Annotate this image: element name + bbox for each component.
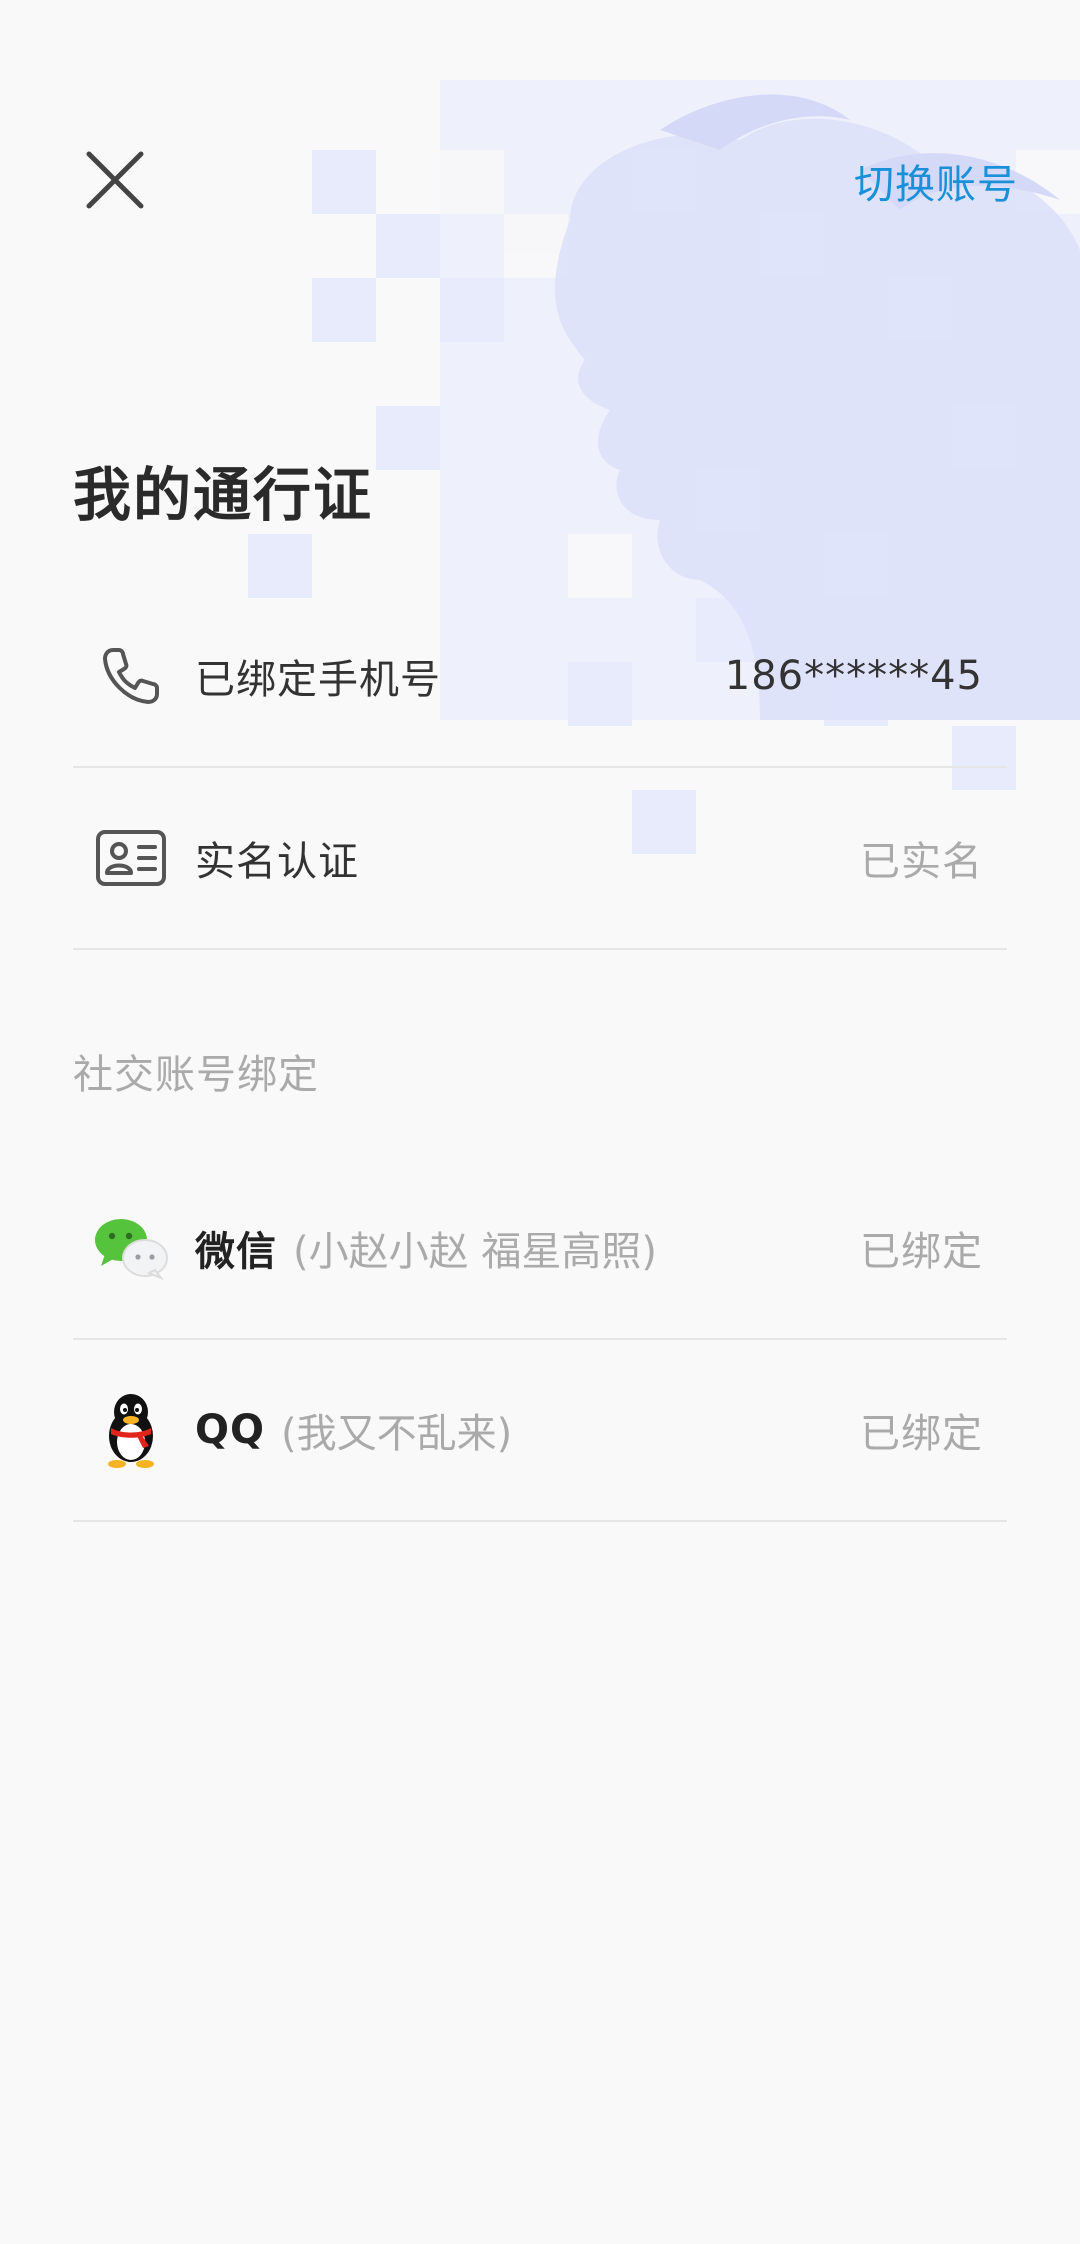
real-name-label: 实名认证 — [195, 839, 359, 885]
social-account-list: 微信 (小赵小赵 福星高照) 已绑定 QQ (我又不乱来) 已绑定 — [73, 1158, 1007, 1522]
phone-number-value: 186******45 — [724, 653, 983, 699]
phone-icon — [91, 636, 171, 716]
list-item-real-name[interactable]: 实名认证 已实名 — [73, 768, 1007, 950]
qq-nickname: (我又不乱来) — [281, 1411, 513, 1457]
qq-name: QQ — [195, 1407, 266, 1453]
phone-label: 已绑定手机号 — [195, 657, 441, 703]
wechat-status: 已绑定 — [860, 1229, 983, 1275]
switch-account-link[interactable]: 切换账号 — [854, 152, 1018, 210]
qq-icon — [91, 1390, 171, 1470]
wechat-name: 微信 — [195, 1229, 277, 1275]
top-bar: 切换账号 — [0, 0, 1080, 360]
wechat-icon — [91, 1208, 171, 1288]
real-name-status: 已实名 — [860, 839, 983, 885]
page-title: 我的通行证 — [73, 461, 374, 529]
close-button[interactable] — [70, 135, 160, 225]
qq-status: 已绑定 — [860, 1411, 983, 1457]
list-item-wechat[interactable]: 微信 (小赵小赵 福星高照) 已绑定 — [73, 1158, 1007, 1340]
list-item-phone[interactable]: 已绑定手机号 186******45 — [73, 586, 1007, 768]
id-card-icon — [91, 818, 171, 898]
close-icon — [86, 151, 144, 209]
wechat-nickname: (小赵小赵 福星高照) — [293, 1229, 657, 1275]
list-item-qq[interactable]: QQ (我又不乱来) 已绑定 — [73, 1340, 1007, 1522]
account-info-list: 已绑定手机号 186******45 实名认证 已实名 — [73, 586, 1007, 950]
social-section-heading: 社交账号绑定 — [73, 1052, 319, 1098]
